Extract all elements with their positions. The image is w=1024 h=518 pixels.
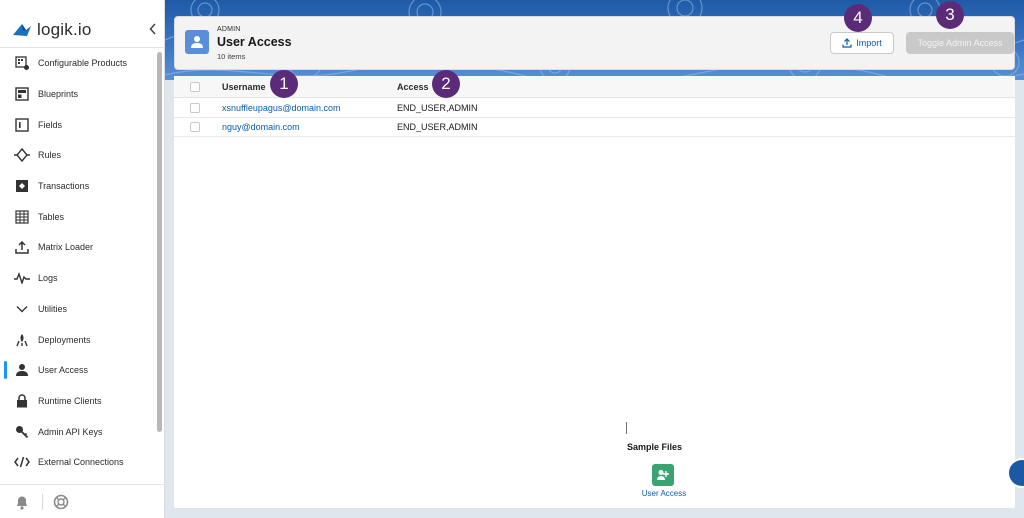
table-row: xsnuffleupagus@domain.com END_USER,ADMIN xyxy=(174,99,1015,118)
upload-icon xyxy=(14,239,30,255)
page-eyebrow: ADMIN xyxy=(217,26,241,33)
help-button[interactable] xyxy=(52,493,70,511)
toggle-admin-access-label: Toggle Admin Access xyxy=(917,38,1003,48)
sidebar-item-label: External Connections xyxy=(38,457,124,468)
sidebar-item-utilities[interactable]: Utilities xyxy=(0,294,156,325)
key-icon xyxy=(14,424,30,440)
item-count: 10 items xyxy=(217,52,246,61)
column-header-username[interactable]: Username xyxy=(222,82,266,92)
sidebar-item-admin-api-keys[interactable]: Admin API Keys xyxy=(0,416,156,447)
upload-icon xyxy=(842,38,852,48)
sidebar-item-label: Blueprints xyxy=(38,89,79,100)
text-caret xyxy=(626,422,627,434)
sidebar-item-label: Admin API Keys xyxy=(38,426,103,437)
sidebar-nav: Configurable Products Blueprints Fields … xyxy=(0,48,156,484)
annotation-badge-4: 4 xyxy=(844,4,872,32)
sidebar-item-label: User Access xyxy=(38,365,89,376)
sidebar-item-configurable-products[interactable]: Configurable Products xyxy=(0,48,156,79)
row-checkbox[interactable] xyxy=(190,103,200,113)
deployments-icon xyxy=(14,332,30,348)
annotation-badge-3: 3 xyxy=(936,1,964,29)
blueprint-icon xyxy=(14,86,30,102)
configurable-products-icon xyxy=(14,55,30,71)
page-title: User Access xyxy=(217,35,292,49)
transactions-icon xyxy=(14,178,30,194)
bell-icon xyxy=(17,496,27,510)
brand-name: logik.io xyxy=(37,20,92,39)
username-link[interactable]: nguy@domain.com xyxy=(222,122,300,132)
import-button-label: Import xyxy=(856,38,882,48)
sidebar-item-label: Fields xyxy=(38,119,63,130)
sidebar: logik.io Configurable Products Blueprint… xyxy=(0,0,165,518)
annotation-badge-2: 2 xyxy=(432,70,460,98)
toggle-admin-access-button[interactable]: Toggle Admin Access xyxy=(906,32,1014,54)
sidebar-footer xyxy=(0,484,165,518)
sidebar-item-transactions[interactable]: Transactions xyxy=(0,171,156,202)
user-icon xyxy=(14,362,30,378)
sidebar-item-label: Transactions xyxy=(38,181,90,192)
row-checkbox[interactable] xyxy=(190,122,200,132)
page-header: ADMIN User Access 10 items Import Toggle… xyxy=(174,16,1015,70)
import-button[interactable]: Import xyxy=(830,32,894,54)
brand-logo[interactable]: logik.io xyxy=(13,17,92,43)
sidebar-item-label: Logs xyxy=(38,273,58,284)
user-access-icon xyxy=(185,30,209,54)
table-header: Username Access xyxy=(174,76,1015,98)
sidebar-item-logs[interactable]: Logs xyxy=(0,263,156,294)
sidebar-item-label: Configurable Products xyxy=(38,58,128,69)
sidebar-item-user-access[interactable]: User Access xyxy=(0,355,156,386)
users-table: Username Access xsnuffleupagus@domain.co… xyxy=(174,76,1015,508)
pulse-icon xyxy=(14,270,30,286)
logo-icon xyxy=(13,24,31,36)
rules-icon xyxy=(14,147,30,163)
sidebar-item-deployments[interactable]: Deployments xyxy=(0,324,156,355)
sidebar-item-label: Tables xyxy=(38,211,65,222)
sidebar-item-label: Utilities xyxy=(38,303,68,314)
sidebar-item-matrix-loader[interactable]: Matrix Loader xyxy=(0,232,156,263)
sidebar-item-label: Matrix Loader xyxy=(38,242,94,253)
sidebar-item-label: Deployments xyxy=(38,334,91,345)
sidebar-item-label: Rules xyxy=(38,150,62,161)
annotation-badge-1: 1 xyxy=(270,70,298,98)
column-header-access[interactable]: Access xyxy=(397,82,429,92)
tables-icon xyxy=(14,209,30,225)
collapse-sidebar-button[interactable] xyxy=(146,20,160,38)
access-value: END_USER,ADMIN xyxy=(397,122,478,132)
sidebar-item-fields[interactable]: Fields xyxy=(0,109,156,140)
divider xyxy=(42,494,43,510)
lock-icon xyxy=(14,393,30,409)
sidebar-item-rules[interactable]: Rules xyxy=(0,140,156,171)
sample-file-user-access-icon[interactable] xyxy=(652,464,674,486)
help-lifebuoy-icon xyxy=(53,494,69,510)
chevron-left-icon xyxy=(149,23,156,35)
username-link[interactable]: xsnuffleupagus@domain.com xyxy=(222,103,341,113)
code-icon xyxy=(14,454,30,470)
sidebar-scrollbar-thumb[interactable] xyxy=(157,52,162,432)
select-all-checkbox[interactable] xyxy=(190,82,200,92)
access-value: END_USER,ADMIN xyxy=(397,103,478,113)
sidebar-item-tables[interactable]: Tables xyxy=(0,201,156,232)
chevron-down-icon xyxy=(14,301,30,317)
table-row: nguy@domain.com END_USER,ADMIN xyxy=(174,118,1015,137)
fields-icon xyxy=(14,117,30,133)
sample-files-title: Sample Files xyxy=(626,442,683,452)
sample-file-user-access-link[interactable]: User Access xyxy=(614,489,714,498)
sidebar-item-external-connections[interactable]: External Connections xyxy=(0,447,156,478)
sidebar-item-runtime-clients[interactable]: Runtime Clients xyxy=(0,386,156,417)
sidebar-item-blueprints[interactable]: Blueprints xyxy=(0,79,156,110)
notifications-button[interactable] xyxy=(13,493,31,511)
sidebar-item-label: Runtime Clients xyxy=(38,395,102,406)
